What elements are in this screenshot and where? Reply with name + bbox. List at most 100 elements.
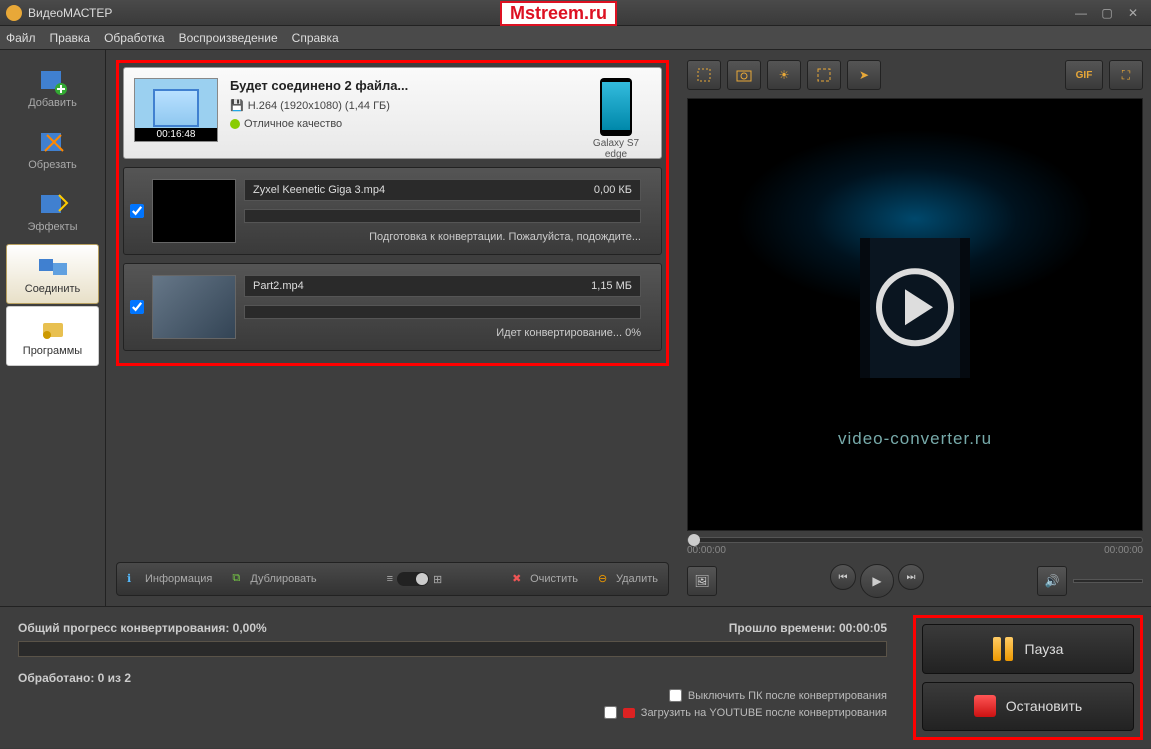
elapsed-label: Прошло времени:	[729, 621, 836, 635]
preview-toolbar: ☀ ➤ GIF ⛶	[687, 58, 1143, 92]
list-view-icon: ≡	[387, 573, 393, 585]
prev-icon: ⏮	[839, 572, 848, 583]
file-progress-1	[244, 209, 641, 223]
preview-panel: ☀ ➤ GIF ⛶ video-converter.ru 00:00:00 00:…	[679, 50, 1151, 606]
file-status-1: Подготовка к конвертации. Пожалуйста, по…	[244, 231, 641, 243]
menu-file[interactable]: Файл	[6, 31, 36, 45]
list-toolbar: ℹИнформация ⧉Дублировать ≡ ⊞ ✖Очистить ⊖…	[116, 562, 669, 596]
menu-help[interactable]: Справка	[292, 31, 339, 45]
play-icon: ▶	[872, 574, 881, 588]
time-current: 00:00:00	[687, 545, 726, 556]
camera-icon	[736, 67, 752, 83]
device-label: Galaxy S7 edge	[581, 138, 651, 160]
gif-button[interactable]: GIF	[1065, 60, 1103, 90]
fullscreen-button[interactable]: ⛶	[1109, 60, 1143, 90]
file-status-2: Идет конвертирование... 0%	[244, 327, 641, 339]
highlight-box-files: 00:16:48 Будет соединено 2 файла... 💾 H.2…	[116, 60, 669, 366]
close-button[interactable]: ✕	[1121, 4, 1145, 22]
elapsed-value: 00:00:05	[839, 621, 887, 635]
view-toggle[interactable]	[397, 572, 429, 586]
view-switch[interactable]: ≡ ⊞	[387, 572, 443, 586]
volume-slider[interactable]	[1073, 579, 1143, 583]
hdd-icon: 💾	[230, 99, 244, 112]
sidebar-cut[interactable]: Обрезать	[6, 120, 99, 180]
seek-slider[interactable]	[687, 537, 1143, 543]
video-preview[interactable]: video-converter.ru	[687, 98, 1143, 531]
sidebar-effects-label: Эффекты	[27, 221, 77, 233]
stop-icon	[974, 695, 996, 717]
programs-icon	[37, 315, 69, 343]
info-button[interactable]: ℹИнформация	[127, 572, 212, 586]
footer: Общий прогресс конвертирования: 0,00% Пр…	[0, 606, 1151, 748]
clear-button[interactable]: ✖Очистить	[512, 572, 578, 586]
titlebar: ВидеоМАСТЕР Mstreem.ru — ▢ ✕	[0, 0, 1151, 26]
sidebar-programs[interactable]: Программы	[6, 306, 99, 366]
app-logo-icon	[6, 5, 22, 21]
sidebar: Добавить Обрезать Эффекты Соединить Прог…	[0, 50, 106, 606]
youtube-icon	[623, 708, 635, 718]
pause-icon	[993, 637, 1015, 661]
frame-icon	[816, 67, 832, 83]
sidebar-effects[interactable]: Эффекты	[6, 182, 99, 242]
file-progress-2	[244, 305, 641, 319]
brightness-button[interactable]: ☀	[767, 60, 801, 90]
prev-button[interactable]: ⏮	[830, 564, 856, 590]
processed-label: Обработано:	[18, 671, 94, 685]
merge-title: Будет соединено 2 файла...	[230, 78, 569, 93]
file-name-1: Zyxel Keenetic Giga 3.mp4	[253, 184, 385, 196]
processed-value: 0 из 2	[98, 671, 131, 685]
pause-label: Пауза	[1025, 641, 1064, 657]
preview-brand: video-converter.ru	[838, 429, 992, 449]
effects-icon	[37, 191, 69, 219]
stop-label: Остановить	[1006, 698, 1082, 714]
play-big-icon	[876, 268, 954, 346]
shutdown-checkbox[interactable]	[669, 689, 682, 702]
merge-format: H.264 (1920x1080) (1,44 ГБ)	[248, 100, 390, 112]
file-checkbox-1[interactable]	[130, 204, 144, 218]
screenshot-button[interactable]: 🖼	[687, 566, 717, 596]
pause-button[interactable]: Пауза	[922, 624, 1134, 674]
join-icon	[37, 253, 69, 281]
maximize-button[interactable]: ▢	[1095, 4, 1119, 22]
merge-thumbnail: 00:16:48	[134, 78, 218, 142]
fullscreen-icon: ⛶	[1122, 68, 1130, 83]
sidebar-add[interactable]: Добавить	[6, 58, 99, 118]
time-total: 00:00:00	[1104, 545, 1143, 556]
sidebar-programs-label: Программы	[23, 345, 82, 357]
file-size-2: 1,15 МБ	[591, 280, 632, 292]
shutdown-label: Выключить ПК после конвертирования	[688, 690, 887, 702]
file-name-2: Part2.mp4	[253, 280, 304, 292]
delete-button[interactable]: ⊖Удалить	[598, 572, 658, 586]
mute-button[interactable]: 🔊	[1037, 566, 1067, 596]
file-checkbox-2[interactable]	[130, 300, 144, 314]
phone-icon	[600, 78, 632, 136]
file-size-1: 0,00 КБ	[594, 184, 632, 196]
sidebar-add-label: Добавить	[28, 97, 77, 109]
youtube-checkbox[interactable]	[604, 706, 617, 719]
stop-button[interactable]: Остановить	[922, 682, 1134, 732]
overall-progress-label: Общий прогресс конвертирования: 0,00%	[18, 621, 267, 635]
duplicate-button[interactable]: ⧉Дублировать	[232, 572, 316, 586]
merge-summary-card[interactable]: 00:16:48 Будет соединено 2 файла... 💾 H.2…	[123, 67, 662, 159]
speed-button[interactable]: ➤	[847, 60, 881, 90]
file-row-1[interactable]: Zyxel Keenetic Giga 3.mp4 0,00 КБ Подгото…	[123, 167, 662, 255]
snapshot-button[interactable]	[727, 60, 761, 90]
next-button[interactable]: ⏭	[898, 564, 924, 590]
quality-dot-icon	[230, 119, 240, 129]
sidebar-join-label: Соединить	[25, 283, 81, 295]
menu-process[interactable]: Обработка	[104, 31, 165, 45]
overall-progress-bar	[18, 641, 887, 657]
image-icon: 🖼	[694, 574, 709, 588]
sidebar-cut-label: Обрезать	[28, 159, 77, 171]
play-button[interactable]: ▶	[860, 564, 894, 598]
minimize-button[interactable]: —	[1069, 4, 1093, 22]
sidebar-join[interactable]: Соединить	[6, 244, 99, 304]
menu-playback[interactable]: Воспроизведение	[179, 31, 278, 45]
file-row-2[interactable]: Part2.mp4 1,15 МБ Идет конвертирование...…	[123, 263, 662, 351]
frame-button[interactable]	[807, 60, 841, 90]
menubar: Файл Правка Обработка Воспроизведение Сп…	[0, 26, 1151, 50]
next-icon: ⏭	[907, 572, 916, 583]
menu-edit[interactable]: Правка	[50, 31, 91, 45]
crop-tool-button[interactable]	[687, 60, 721, 90]
file-thumb-2	[152, 275, 236, 339]
